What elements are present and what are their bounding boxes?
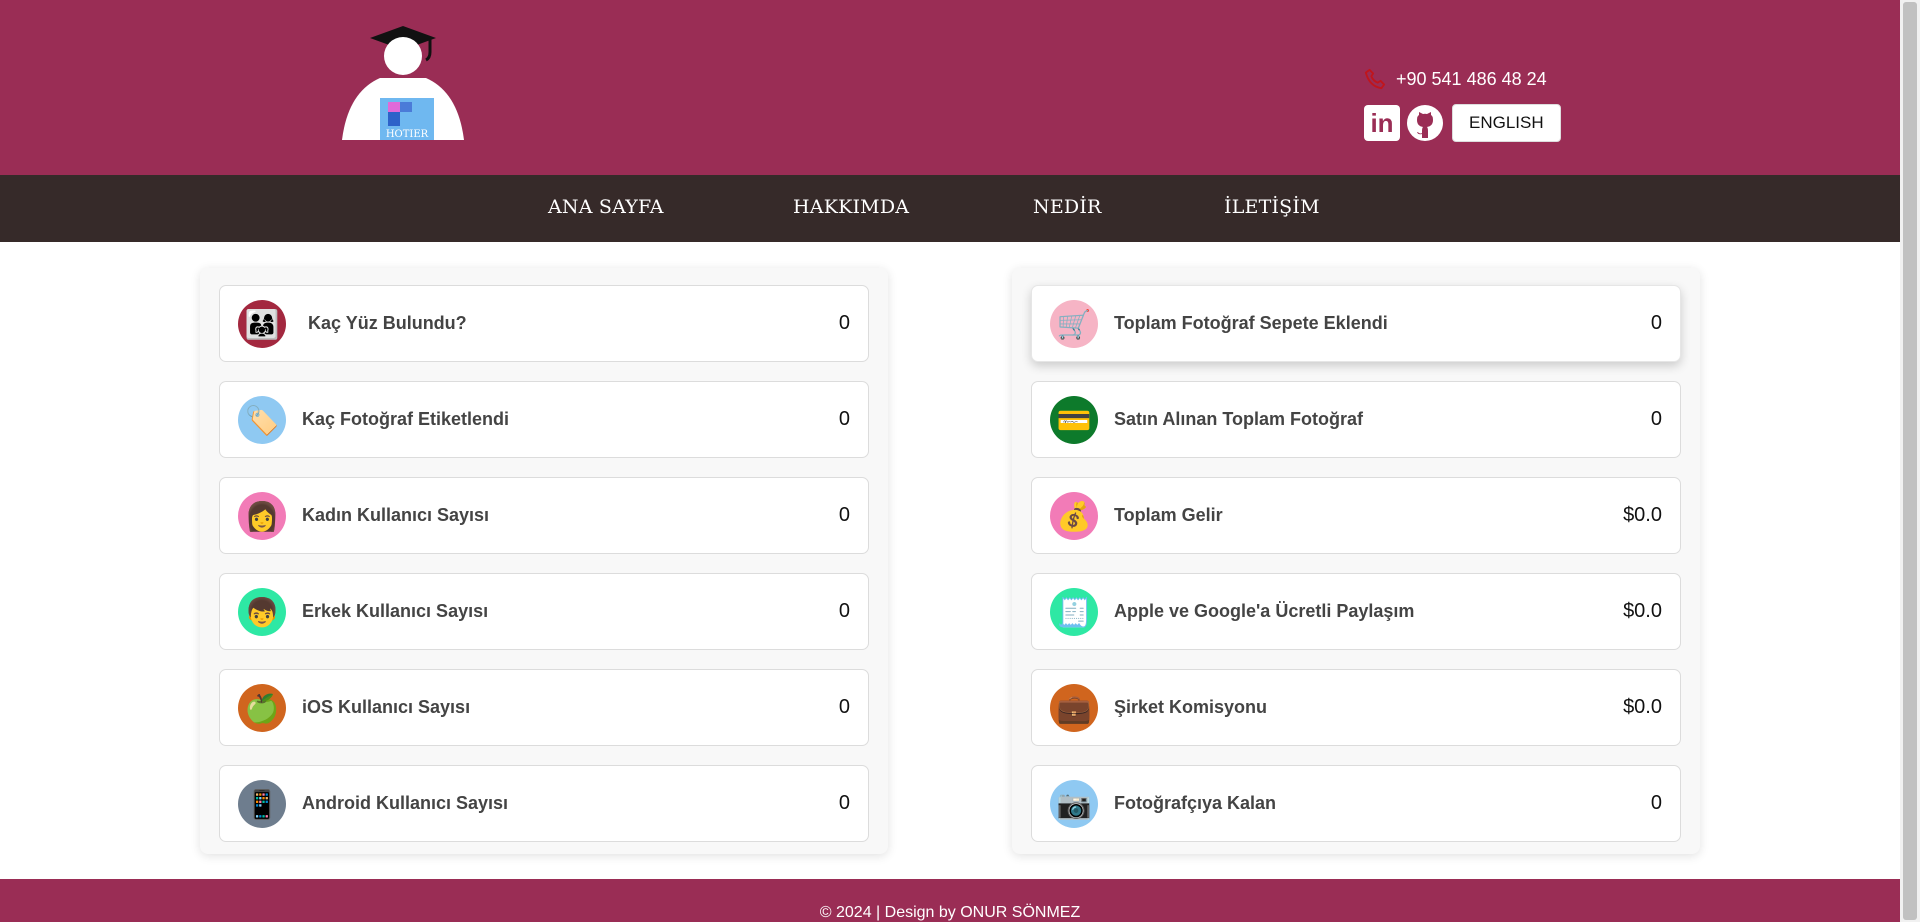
github-icon[interactable] bbox=[1406, 104, 1444, 142]
stat-value: 0 bbox=[838, 696, 850, 718]
stat-value: 0 bbox=[1650, 408, 1662, 430]
stat-label: Fotoğrafçıya Kalan bbox=[1114, 793, 1277, 813]
stat-label: Kaç Yüz Bulundu? bbox=[308, 313, 467, 333]
phone-icon bbox=[1364, 68, 1386, 90]
site-header: HOTIER +90 541 486 48 24 in ENGLISH bbox=[0, 0, 1900, 175]
phone-number: +90 541 486 48 24 bbox=[1396, 68, 1547, 89]
camera-icon: 📷 bbox=[1050, 780, 1098, 828]
family-icon: 👨‍👩‍👧 bbox=[238, 300, 286, 348]
linkedin-icon[interactable]: in bbox=[1364, 105, 1400, 141]
stat-card-male-users: 👦 Erkek Kullanıcı Sayısı 0 bbox=[219, 573, 869, 650]
stat-label: Kadın Kullanıcı Sayısı bbox=[302, 505, 490, 525]
stats-panel-users: 👨‍👩‍👧 Kaç Yüz Bulundu? 0 🏷️ Kaç Fotoğraf… bbox=[200, 268, 888, 854]
nav-item-home[interactable]: ANA SAYFA bbox=[548, 196, 664, 218]
social-links: in ENGLISH bbox=[1364, 104, 1561, 142]
phone-icon: 📱 bbox=[238, 780, 286, 828]
purchase-icon: 💳 bbox=[1050, 396, 1098, 444]
stat-card-company-commission: 💼 Şirket Komisyonu $0.0 bbox=[1031, 669, 1681, 746]
stat-value: 0 bbox=[1650, 312, 1662, 334]
stat-card-total-revenue: 💰 Toplam Gelir $0.0 bbox=[1031, 477, 1681, 554]
stat-label: Android Kullanıcı Sayısı bbox=[302, 793, 509, 813]
stat-value: 0 bbox=[838, 504, 850, 526]
contact-phone: +90 541 486 48 24 bbox=[1364, 68, 1547, 90]
logo[interactable]: HOTIER bbox=[340, 22, 470, 150]
stat-card-store-share: 🧾 Apple ve Google'a Ücretli Paylaşım $0.… bbox=[1031, 573, 1681, 650]
footer-text: © 2024 | Design by ONUR SÖNMEZ bbox=[819, 904, 1081, 921]
logo-text: HOTIER bbox=[386, 129, 429, 140]
briefcase-icon: 💼 bbox=[1050, 684, 1098, 732]
stat-card-android-users: 📱 Android Kullanıcı Sayısı 0 bbox=[219, 765, 869, 842]
nav-item-about[interactable]: HAKKIMDA bbox=[793, 196, 909, 218]
stat-label: Satın Alınan Toplam Fotoğraf bbox=[1114, 409, 1363, 429]
apple-icon: 🍏 bbox=[238, 684, 286, 732]
stat-value: $0.0 bbox=[1623, 504, 1662, 526]
nav-item-contact[interactable]: İLETİŞİM bbox=[1224, 196, 1320, 218]
stat-label: iOS Kullanıcı Sayısı bbox=[302, 697, 471, 717]
stat-value: 0 bbox=[838, 600, 850, 622]
stat-value: 0 bbox=[1650, 792, 1662, 814]
stat-value: 0 bbox=[838, 792, 850, 814]
stat-card-faces-found: 👨‍👩‍👧 Kaç Yüz Bulundu? 0 bbox=[219, 285, 869, 362]
stat-value: 0 bbox=[838, 312, 850, 334]
stat-card-female-users: 👩 Kadın Kullanıcı Sayısı 0 bbox=[219, 477, 869, 554]
main-nav: ANA SAYFA HAKKIMDA NEDİR İLETİŞİM bbox=[0, 175, 1900, 242]
cart-icon: 🛒 bbox=[1050, 300, 1098, 348]
stat-card-added-to-cart: 🛒 Toplam Fotoğraf Sepete Eklendi 0 bbox=[1031, 285, 1681, 362]
stat-card-photos-purchased: 💳 Satın Alınan Toplam Fotoğraf 0 bbox=[1031, 381, 1681, 458]
site-footer: © 2024 | Design by ONUR SÖNMEZ bbox=[0, 879, 1900, 922]
stat-value: $0.0 bbox=[1623, 600, 1662, 622]
stat-label: Şirket Komisyonu bbox=[1114, 697, 1268, 717]
man-icon: 👦 bbox=[238, 588, 286, 636]
scrollbar-thumb[interactable] bbox=[1903, 2, 1917, 920]
money-bag-icon: 💰 bbox=[1050, 492, 1098, 540]
stat-label: Toplam Gelir bbox=[1114, 505, 1223, 525]
stat-card-ios-users: 🍏 iOS Kullanıcı Sayısı 0 bbox=[219, 669, 869, 746]
nav-item-what-is[interactable]: NEDİR bbox=[1033, 196, 1102, 218]
stat-label: Kaç Fotoğraf Etiketlendi bbox=[302, 409, 510, 429]
stat-label: Toplam Fotoğraf Sepete Eklendi bbox=[1114, 313, 1388, 333]
woman-icon: 👩 bbox=[238, 492, 286, 540]
stat-value: $0.0 bbox=[1623, 696, 1662, 718]
receipt-icon: 🧾 bbox=[1050, 588, 1098, 636]
language-toggle-button[interactable]: ENGLISH bbox=[1452, 104, 1561, 142]
stat-value: 0 bbox=[838, 408, 850, 430]
stat-label: Apple ve Google'a Ücretli Paylaşım bbox=[1114, 601, 1415, 621]
tag-icon: 🏷️ bbox=[238, 396, 286, 444]
stat-label: Erkek Kullanıcı Sayısı bbox=[302, 601, 489, 621]
stat-card-photographer-earnings: 📷 Fotoğrafçıya Kalan 0 bbox=[1031, 765, 1681, 842]
stat-card-photos-tagged: 🏷️ Kaç Fotoğraf Etiketlendi 0 bbox=[219, 381, 869, 458]
stats-panel-sales: 🛒 Toplam Fotoğraf Sepete Eklendi 0 💳 Sat… bbox=[1012, 268, 1700, 854]
